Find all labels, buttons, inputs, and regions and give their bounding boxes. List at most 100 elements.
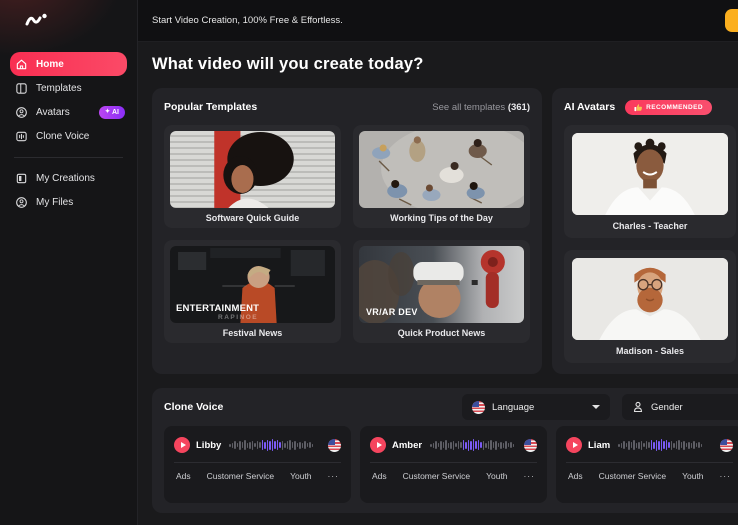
template-card-festival-news[interactable]: ENTERTAINMENT RAPINOE Festival News	[164, 240, 341, 343]
section-title: Clone Voice	[164, 401, 223, 413]
voice-card-libby[interactable]: Libby Ads Customer Service Youth ···	[164, 426, 351, 503]
divider	[370, 462, 537, 463]
voice-tag: Ads	[568, 471, 583, 481]
gender-dropdown[interactable]: Gender	[622, 394, 738, 420]
sidebar-divider	[14, 157, 123, 158]
template-card-quick-product-news[interactable]: VR/AR DEV Quick Product News	[353, 240, 530, 343]
template-caption: Software Quick Guide	[170, 208, 335, 228]
ai-feature-badge: ✦ AI	[99, 106, 125, 119]
app-logo[interactable]	[23, 9, 53, 31]
voice-tag: Ads	[176, 471, 191, 481]
thumbs-up-icon	[634, 103, 643, 112]
sidebar: Home Templates Avatars ✦ AI	[0, 0, 138, 525]
divider	[174, 462, 341, 463]
avatars-icon	[15, 106, 28, 119]
logo-wave-icon	[23, 9, 53, 31]
sidebar-nav: Home Templates Avatars ✦ AI	[0, 52, 137, 214]
voice-tag: Youth	[486, 471, 507, 481]
recommended-badge: RECOMMENDED	[625, 100, 712, 115]
clone-voice-header: Clone Voice Language Gender	[164, 398, 738, 416]
sidebar-item-label: My Creations	[36, 173, 95, 184]
clone-voice-panel: Clone Voice Language Gender Libby	[152, 388, 738, 513]
person-icon	[632, 401, 644, 413]
us-flag-icon	[472, 401, 485, 414]
voice-waveform	[430, 438, 516, 452]
voice-waveform	[618, 438, 712, 452]
sparkle-icon: ✦	[105, 109, 110, 115]
sidebar-item-label: My Files	[36, 197, 73, 208]
divider	[566, 462, 733, 463]
us-flag-icon	[524, 439, 537, 452]
avatar-card-charles[interactable]: Charles - Teacher	[564, 125, 736, 238]
template-thumbnail: ENTERTAINMENT RAPINOE	[170, 246, 335, 323]
templates-icon	[15, 82, 28, 95]
voice-name: Amber	[392, 440, 422, 451]
my-creations-icon	[15, 172, 28, 185]
avatar-caption: Madison - Sales	[572, 340, 728, 363]
voice-tag: Customer Service	[403, 471, 471, 481]
voice-name: Libby	[196, 440, 221, 451]
avatar-image	[572, 133, 728, 215]
voice-tag: Customer Service	[207, 471, 275, 481]
template-caption: Quick Product News	[359, 323, 524, 343]
sidebar-item-home[interactable]: Home	[10, 52, 127, 76]
my-files-icon	[15, 196, 28, 209]
template-grid: Software Quick Guide	[164, 125, 530, 343]
play-button[interactable]	[370, 437, 386, 453]
app-root: Home Templates Avatars ✦ AI	[0, 0, 738, 525]
see-all-templates-link[interactable]: See all templates (361)	[432, 102, 530, 113]
section-title: AI Avatars	[564, 101, 615, 113]
voice-tag: Ads	[372, 471, 387, 481]
more-tags-button[interactable]: ···	[523, 471, 535, 481]
popular-templates-panel: Popular Templates See all templates (361…	[152, 88, 542, 374]
voice-card-amber[interactable]: Amber Ads Customer Service Youth ···	[360, 426, 547, 503]
template-caption: Festival News	[170, 323, 335, 343]
avatar-image	[572, 258, 728, 340]
voice-card-row: Libby Ads Customer Service Youth ··· Amb…	[164, 426, 738, 503]
sidebar-item-label: Avatars	[36, 107, 70, 118]
play-button[interactable]	[174, 437, 190, 453]
us-flag-icon	[720, 439, 733, 452]
thumbnail-overlay-text: VR/AR DEV	[366, 307, 418, 317]
sidebar-item-templates[interactable]: Templates	[0, 76, 137, 100]
voice-tag: Youth	[290, 471, 311, 481]
voice-tag: Customer Service	[599, 471, 667, 481]
gender-dropdown-label: Gender	[651, 402, 683, 413]
template-caption: Working Tips of the Day	[359, 208, 524, 228]
home-icon	[15, 58, 28, 71]
voice-tag: Youth	[682, 471, 703, 481]
voice-name: Liam	[588, 440, 610, 451]
sidebar-item-label: Templates	[36, 83, 82, 94]
language-dropdown[interactable]: Language	[462, 394, 610, 420]
avatar-card-madison[interactable]: Madison - Sales	[564, 250, 736, 363]
section-title: Popular Templates	[164, 101, 257, 113]
play-button[interactable]	[566, 437, 582, 453]
voice-waveform	[229, 438, 320, 452]
avatar-grid: Charles - Teacher Mad	[564, 125, 738, 363]
sidebar-item-clone-voice[interactable]: Clone Voice	[0, 124, 137, 148]
clone-voice-icon	[15, 130, 28, 143]
sidebar-item-label: Clone Voice	[36, 131, 89, 142]
more-tags-button[interactable]: ···	[327, 471, 339, 481]
sidebar-item-my-creations[interactable]: My Creations	[0, 166, 137, 190]
voice-card-liam[interactable]: Liam Ads Customer Service Youth ···	[556, 426, 738, 503]
ai-avatars-header: AI Avatars RECOMMENDED	[564, 98, 738, 116]
more-tags-button[interactable]: ···	[719, 471, 731, 481]
page-title: What video will you create today?	[152, 55, 424, 74]
sidebar-item-avatars[interactable]: Avatars ✦ AI	[0, 100, 137, 124]
sidebar-item-label: Home	[36, 59, 64, 70]
thumbnail-overlay-text: ENTERTAINMENT	[176, 303, 259, 314]
promo-text: Start Video Creation, 100% Free & Effort…	[152, 15, 343, 26]
templates-count: (361)	[508, 102, 530, 113]
template-thumbnail: VR/AR DEV	[359, 246, 524, 323]
language-dropdown-label: Language	[492, 402, 534, 413]
upgrade-button[interactable]	[725, 9, 738, 32]
template-thumbnail	[170, 131, 335, 208]
caret-down-icon	[592, 405, 600, 409]
thumbnail-overlay-subtext: RAPINOE	[218, 314, 258, 321]
template-card-software-quick-guide[interactable]: Software Quick Guide	[164, 125, 341, 228]
avatar-caption: Charles - Teacher	[572, 215, 728, 238]
sidebar-item-my-files[interactable]: My Files	[0, 190, 137, 214]
topbar: Start Video Creation, 100% Free & Effort…	[138, 0, 738, 42]
template-card-working-tips[interactable]: Working Tips of the Day	[353, 125, 530, 228]
